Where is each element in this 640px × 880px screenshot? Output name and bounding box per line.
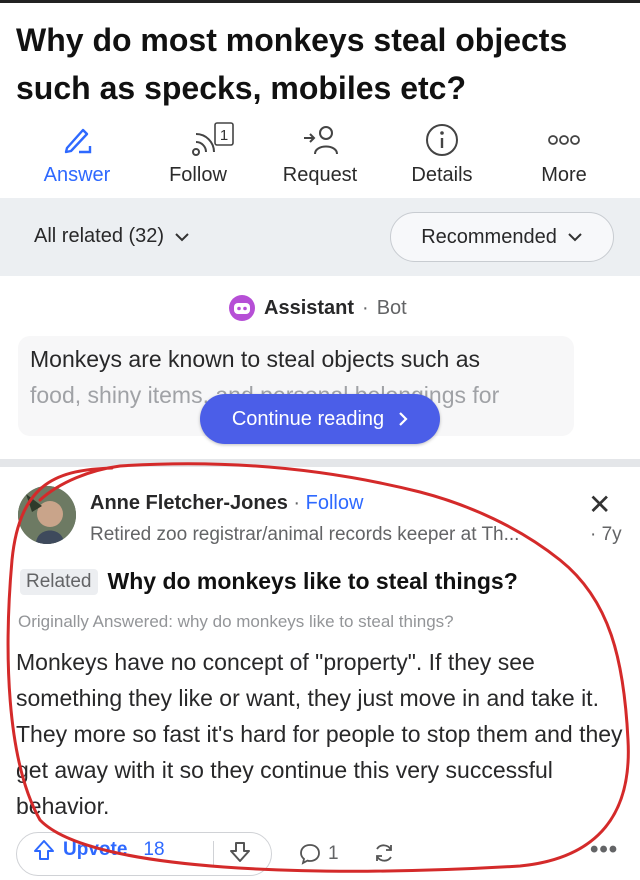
related-question-title[interactable]: Why do monkeys like to steal things? <box>108 568 518 595</box>
assistant-separator: · <box>362 296 369 319</box>
top-border <box>0 0 640 3</box>
assistant-header: Assistant · Bot <box>228 294 407 322</box>
question-actions: Answer 1 Follow Request Details More <box>0 118 640 193</box>
follow-wifi-icon: 1 <box>143 118 253 162</box>
question-title: Why do most monkeys steal objects such a… <box>16 22 568 106</box>
details-label: Details <box>411 164 473 186</box>
continue-reading-button[interactable]: Continue reading <box>200 394 440 444</box>
close-icon[interactable]: ✕ <box>588 488 611 521</box>
more-action[interactable]: More <box>509 118 619 187</box>
answer-action[interactable]: Answer <box>22 118 132 187</box>
upvote-count: 18 <box>143 839 165 860</box>
share-rotate-icon <box>376 844 392 862</box>
downvote-arrow-icon <box>230 842 250 862</box>
details-action[interactable]: Details <box>387 118 497 187</box>
more-options-button[interactable]: ••• <box>590 836 618 864</box>
all-related-label: All related (32) <box>34 225 165 247</box>
comment-count: 1 <box>328 843 339 864</box>
comment-button[interactable]: 1 <box>298 842 339 866</box>
continue-reading-label: Continue reading <box>231 407 385 430</box>
author-credential-line: Retired zoo registrar/animal records kee… <box>90 524 622 546</box>
recommended-label: Recommended <box>421 225 557 248</box>
related-question-row: Related Why do monkeys like to steal thi… <box>20 568 518 595</box>
vote-bar: Upvote 18 1 ••• <box>16 832 628 876</box>
upvote-arrow-icon <box>34 840 54 860</box>
assistant-type: Bot <box>376 296 407 319</box>
assistant-name: Assistant <box>264 296 355 319</box>
follow-badge: 1 <box>220 127 228 144</box>
author-name[interactable]: Anne Fletcher-Jones <box>90 492 288 514</box>
chevron-right-icon <box>399 412 408 426</box>
bot-icon <box>229 295 255 321</box>
chevron-down-icon <box>568 233 582 242</box>
section-divider <box>0 459 640 467</box>
follow-action[interactable]: 1 Follow <box>143 118 253 187</box>
pencil-icon <box>22 118 132 162</box>
chevron-down-icon <box>175 232 189 241</box>
author-credential[interactable]: Retired zoo registrar/animal records kee… <box>90 524 519 545</box>
author-line: Anne Fletcher-Jones · Follow <box>90 492 363 515</box>
more-label: More <box>541 164 587 186</box>
related-tag: Related <box>20 568 98 595</box>
follow-author-link[interactable]: Follow <box>306 492 364 514</box>
filter-bar: All related (32) Recommended <box>0 198 640 276</box>
upvote-label: Upvote <box>63 839 128 860</box>
follow-label: Follow <box>169 164 227 186</box>
originally-answered[interactable]: Originally Answered: why do monkeys like… <box>18 612 454 632</box>
upvote-button[interactable]: Upvote 18 <box>33 839 165 861</box>
request-label: Request <box>282 164 358 186</box>
author-separator: · <box>293 492 301 514</box>
downvote-button[interactable] <box>229 841 251 868</box>
assistant-text-line1: Monkeys are known to steal objects such … <box>30 346 481 372</box>
comment-bubble-icon <box>300 844 320 865</box>
avatar[interactable] <box>18 486 76 544</box>
answer-label: Answer <box>43 164 111 186</box>
answer-body: Monkeys have no concept of "property". I… <box>16 649 623 819</box>
request-action[interactable]: Request <box>265 118 375 187</box>
vote-pill: Upvote 18 <box>16 832 272 876</box>
info-icon <box>387 118 497 162</box>
share-button[interactable] <box>372 841 396 870</box>
more-dots-icon <box>509 118 619 162</box>
answer-age: · 7y <box>590 524 622 545</box>
vote-divider <box>213 841 214 867</box>
request-person-icon <box>265 118 375 162</box>
all-related-dropdown[interactable]: All related (32) <box>34 225 190 248</box>
recommended-dropdown[interactable]: Recommended <box>390 212 614 262</box>
